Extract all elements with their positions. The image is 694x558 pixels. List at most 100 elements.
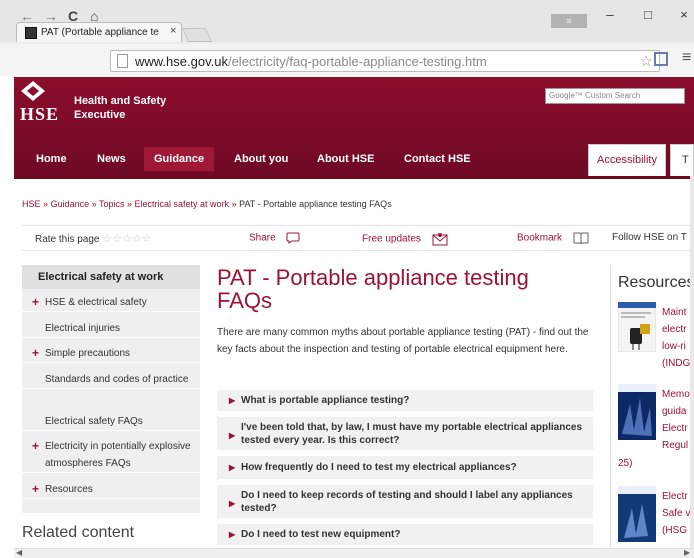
publication-thumbnail-icon[interactable] — [618, 384, 656, 440]
bookmark-star-icon[interactable]: ☆ — [640, 52, 653, 70]
breadcrumb-separator: » — [91, 199, 97, 209]
browser-tab[interactable]: PAT (Portable appliance te × — [16, 22, 182, 42]
rate-label: Rate this page — [35, 234, 100, 245]
forward-arrow-icon[interactable]: → — [44, 8, 58, 24]
bookmark-button[interactable]: Bookmark — [517, 232, 589, 244]
sidebar-item-electrical-safety-faqs[interactable]: Electrical safety FAQs — [22, 413, 200, 431]
expand-plus-icon: + — [32, 482, 40, 496]
back-arrow-icon[interactable]: ← — [20, 8, 34, 24]
sidebar-item-resources[interactable]: + Resources — [22, 481, 200, 499]
extra-tab[interactable]: T — [670, 144, 694, 176]
expand-plus-icon: + — [32, 439, 40, 453]
free-updates-label: Free updates — [362, 233, 421, 245]
url-input[interactable]: www.hse.gov.uk/electricity/faq-portable-… — [110, 50, 660, 72]
org-name-line2: Executive — [74, 109, 126, 121]
sidebar-item-label: Simple precautions — [45, 348, 131, 359]
sidebar-item-hse-electrical-safety[interactable]: + HSE & electrical safety — [22, 294, 200, 312]
resource-line[interactable]: 25) — [618, 458, 632, 469]
maximize-button[interactable]: □ — [634, 6, 662, 24]
caret-right-icon: ▶ — [229, 396, 236, 405]
intro-paragraph: There are many common myths about portab… — [217, 327, 589, 355]
publication-thumbnail-icon[interactable] — [618, 486, 656, 542]
hse-logo[interactable]: HSE — [20, 104, 59, 125]
breadcrumb-current: PAT - Portable appliance testing FAQs — [239, 199, 392, 209]
breadcrumb-electrical-safety[interactable]: Electrical safety at work — [135, 199, 230, 209]
sidebar-item-explosive-atmospheres[interactable]: + Electricity in potentially explosive a… — [22, 438, 200, 473]
caret-right-icon: ▶ — [229, 499, 236, 508]
reload-icon[interactable]: C — [68, 8, 78, 24]
faq-item[interactable]: ▶ What is portable appliance testing? — [217, 390, 593, 412]
publication-thumbnail-icon[interactable] — [618, 302, 656, 352]
sidebar-item-label: Standards and codes of practice — [45, 374, 189, 385]
nav-home[interactable]: Home — [26, 147, 77, 171]
faq-question: Do I need to test new equipment? — [241, 529, 401, 540]
sidebar-heading[interactable]: Electrical safety at work — [22, 265, 200, 289]
nav-news[interactable]: News — [87, 147, 136, 171]
page-icon — [117, 54, 128, 68]
nav-guidance[interactable]: Guidance — [144, 147, 215, 171]
org-name: Health and Safety Executive — [74, 94, 194, 122]
rating-stars[interactable]: ☆☆☆☆☆ — [102, 233, 151, 245]
sidebar-item-electrical-injuries[interactable]: Electrical injuries — [22, 320, 200, 338]
email-updates-icon — [432, 233, 448, 246]
speech-bubble-icon — [286, 232, 300, 244]
user-profile-badge[interactable]: ≡ — [551, 14, 587, 28]
faq-item[interactable]: ▶ How frequently do I need to test my el… — [217, 456, 593, 480]
sidebar-item-label: Electricity in potentially explosive atm… — [45, 441, 191, 469]
horizontal-scrollbar[interactable] — [14, 548, 694, 558]
sidebar-item-label: HSE & electrical safety — [45, 297, 147, 308]
sidebar-item-standards[interactable]: Standards and codes of practice — [22, 371, 200, 389]
hse-logo-mark-icon — [21, 81, 45, 101]
related-content-heading: Related content — [22, 524, 135, 541]
rate-this-page: Rate this page ☆☆☆☆☆ — [35, 232, 152, 245]
bookmark-label: Bookmark — [517, 232, 563, 244]
nav-about-you[interactable]: About you — [224, 147, 298, 171]
breadcrumb-separator: » — [231, 199, 237, 209]
caret-right-icon: ▶ — [229, 530, 236, 539]
caret-right-icon: ▶ — [229, 463, 236, 472]
site-search-input[interactable]: Google™ Custom Search — [545, 88, 685, 104]
caret-right-icon: ▶ — [229, 431, 236, 440]
faq-question: I've been told that, by law, I must have… — [241, 422, 583, 446]
org-name-line1: Health and Safety — [74, 95, 167, 107]
scroll-left-arrow-icon[interactable]: ◀ — [16, 548, 22, 557]
minimize-button[interactable]: – — [596, 6, 624, 24]
sidebar-item-label: Electrical injuries — [45, 323, 121, 334]
nav-contact-hse[interactable]: Contact HSE — [394, 147, 481, 171]
faq-item[interactable]: ▶ Do I need to keep records of testing a… — [217, 485, 593, 519]
faq-item[interactable]: ▶ Do I need to test new equipment? — [217, 524, 593, 546]
tab-title: PAT (Portable appliance te — [41, 27, 159, 38]
free-updates-button[interactable]: Free updates — [362, 232, 448, 246]
accessibility-tab[interactable]: Accessibility — [588, 144, 666, 176]
share-button[interactable]: Share — [249, 232, 300, 244]
breadcrumb-separator: » — [43, 199, 49, 209]
resources-heading: Resources — [618, 274, 694, 291]
home-icon[interactable]: ⌂ — [90, 8, 98, 24]
expand-plus-icon: + — [32, 346, 40, 360]
book-icon — [573, 232, 589, 244]
sidebar-item-simple-precautions[interactable]: + Simple precautions — [22, 345, 200, 363]
follow-hse-link[interactable]: Follow HSE on T — [612, 232, 687, 243]
faq-question: What is portable appliance testing? — [241, 395, 410, 406]
breadcrumb-guidance[interactable]: Guidance — [51, 199, 90, 209]
scroll-right-arrow-icon[interactable]: ▶ — [684, 548, 690, 557]
sidebar-item-label: Electrical safety FAQs — [45, 416, 143, 427]
close-window-button[interactable]: × — [670, 6, 694, 24]
faq-item[interactable]: ▶ I've been told that, by law, I must ha… — [217, 417, 593, 451]
extension-icon[interactable] — [654, 52, 668, 66]
vertical-scrollbar[interactable] — [690, 176, 694, 548]
faq-question: How frequently do I need to test my elec… — [241, 462, 517, 473]
browser-menu-icon[interactable]: ≡ — [682, 49, 691, 67]
url-path: /electricity/faq-portable-appliance-test… — [227, 54, 487, 69]
page-title: PAT - Portable appliance testing FAQs — [217, 265, 529, 313]
breadcrumb-topics[interactable]: Topics — [99, 199, 125, 209]
share-label: Share — [249, 232, 276, 244]
tab-close-icon[interactable]: × — [170, 25, 176, 37]
nav-about-hse[interactable]: About HSE — [307, 147, 384, 171]
hse-favicon-icon — [25, 27, 37, 39]
expand-plus-icon: + — [32, 295, 40, 309]
breadcrumb-hse[interactable]: HSE — [22, 199, 41, 209]
faq-question: Do I need to keep records of testing and… — [241, 490, 573, 514]
sidebar-item-label: Resources — [45, 484, 93, 495]
breadcrumb: HSE » Guidance » Topics » Electrical saf… — [22, 199, 392, 209]
